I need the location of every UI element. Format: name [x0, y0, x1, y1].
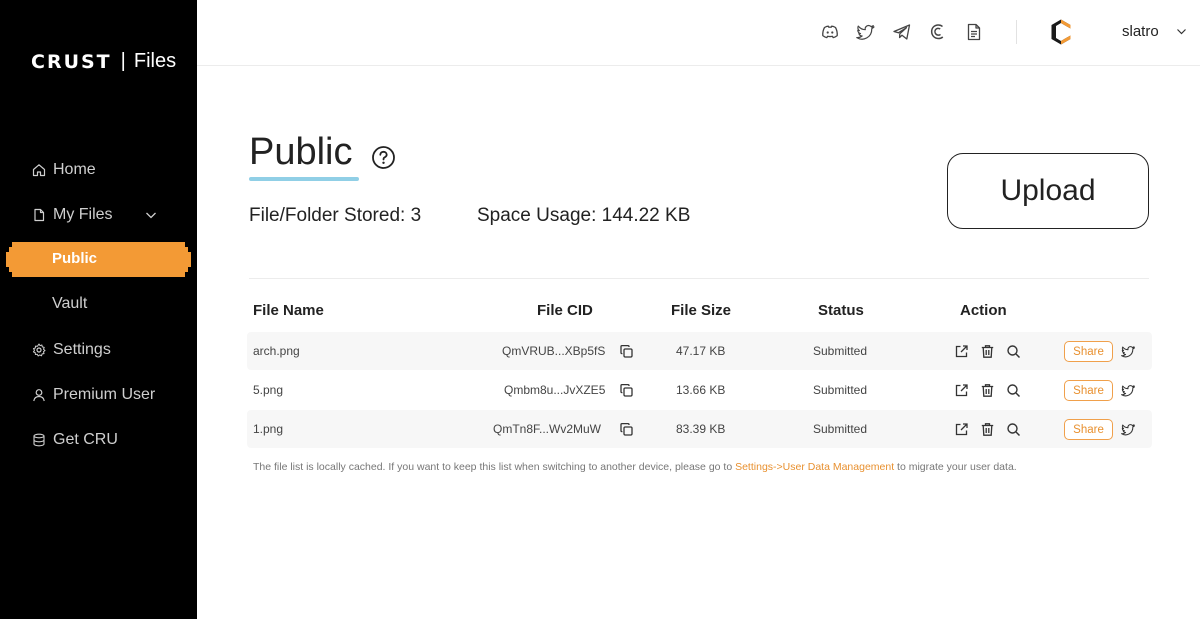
home-icon — [32, 163, 46, 177]
search-icon[interactable] — [1006, 422, 1021, 437]
file-name: arch.png — [253, 344, 300, 358]
title-underline — [249, 177, 359, 181]
open-external-icon[interactable] — [954, 344, 969, 359]
brand-logo[interactable]: CRUST | Files — [31, 50, 176, 73]
file-size: 13.66 KB — [676, 383, 726, 397]
twitter-icon[interactable] — [856, 22, 876, 42]
cache-note-text-end: to migrate your user data. — [894, 461, 1017, 473]
share-button[interactable]: Share — [1064, 341, 1113, 362]
open-external-icon[interactable] — [954, 383, 969, 398]
brand-separator: | — [120, 50, 126, 72]
delete-icon[interactable] — [980, 383, 995, 398]
chevron-down-icon[interactable] — [1176, 26, 1187, 37]
column-header-file-size: File Size — [671, 302, 732, 319]
column-header-file-cid: File CID — [537, 302, 593, 319]
sidebar: CRUST | Files Home My Files Public Vault… — [0, 0, 197, 619]
search-icon[interactable] — [1006, 344, 1021, 359]
file-status: Submitted — [813, 383, 868, 397]
sidebar-item-label: My Files — [53, 206, 113, 223]
twitter-share-icon[interactable] — [1121, 383, 1136, 398]
crust-c-icon[interactable] — [928, 22, 948, 42]
cache-note: The file list is locally cached. If you … — [253, 461, 1017, 473]
section-divider — [249, 278, 1149, 279]
space-usage-stat: Space Usage: 144.22 KB — [477, 205, 691, 226]
file-icon — [32, 208, 46, 222]
sidebar-item-vault[interactable]: Vault — [52, 295, 87, 313]
sidebar-item-label: Home — [53, 161, 96, 178]
user-icon — [32, 388, 46, 402]
sidebar-item-my-files[interactable]: My Files — [0, 197, 197, 233]
username[interactable]: slatro — [1122, 23, 1159, 40]
file-cid: QmTn8F...Wv2MuW — [493, 422, 602, 436]
chevron-down-icon — [146, 212, 156, 219]
gear-icon — [32, 343, 46, 357]
sidebar-item-get-cru[interactable]: Get CRU — [0, 422, 197, 458]
active-nav-highlight — [6, 242, 191, 277]
delete-icon[interactable] — [980, 422, 995, 437]
share-button[interactable]: Share — [1064, 380, 1113, 401]
share-button[interactable]: Share — [1064, 419, 1113, 440]
file-status: Submitted — [813, 344, 868, 358]
sidebar-item-premium-user[interactable]: Premium User — [0, 377, 197, 413]
cache-note-text: The file list is locally cached. If you … — [253, 461, 736, 473]
database-icon — [32, 433, 46, 447]
page-title: Public — [249, 131, 353, 173]
avatar[interactable] — [1050, 18, 1072, 46]
file-status: Submitted — [813, 422, 868, 436]
upload-button[interactable]: Upload — [947, 153, 1149, 229]
sidebar-item-settings[interactable]: Settings — [0, 332, 197, 368]
copy-icon[interactable] — [619, 383, 634, 398]
open-external-icon[interactable] — [954, 422, 969, 437]
file-cid: QmVRUB...XBp5fS — [502, 344, 606, 358]
file-size: 83.39 KB — [676, 422, 726, 436]
user-data-management-link[interactable]: Settings->User Data Management — [735, 461, 894, 473]
brand-product: Files — [133, 50, 177, 72]
brand-name: CRUST — [31, 50, 112, 73]
file-size: 47.17 KB — [676, 344, 726, 358]
file-cid: Qmbm8u...JvXZE5 — [504, 383, 606, 397]
table-row: 1.png QmTn8F...Wv2MuW 83.39 KB Submitted… — [247, 410, 1152, 448]
files-stored-stat: File/Folder Stored: 3 — [249, 205, 422, 226]
telegram-icon[interactable] — [892, 22, 912, 42]
column-header-action: Action — [960, 302, 1007, 319]
top-header: slatro — [197, 0, 1200, 66]
sidebar-item-label: Premium User — [53, 386, 156, 403]
delete-icon[interactable] — [980, 344, 995, 359]
discord-icon[interactable] — [820, 22, 840, 42]
help-icon[interactable] — [371, 145, 396, 170]
sidebar-item-home[interactable]: Home — [0, 152, 197, 188]
file-name: 1.png — [253, 422, 284, 436]
docs-icon[interactable] — [964, 22, 984, 42]
table-row: 5.png Qmbm8u...JvXZE5 13.66 KB Submitted… — [247, 371, 1152, 409]
column-header-file-name: File Name — [253, 302, 324, 319]
header-divider — [1016, 20, 1017, 44]
search-icon[interactable] — [1006, 383, 1021, 398]
sidebar-item-label: Get CRU — [53, 431, 118, 448]
sidebar-item-label: Settings — [53, 341, 111, 358]
copy-icon[interactable] — [619, 422, 634, 437]
sidebar-item-public[interactable]: Public — [52, 250, 97, 267]
file-name: 5.png — [253, 383, 284, 397]
column-header-status: Status — [818, 302, 864, 319]
twitter-share-icon[interactable] — [1121, 344, 1136, 359]
twitter-share-icon[interactable] — [1121, 422, 1136, 437]
table-row: arch.png QmVRUB...XBp5fS 47.17 KB Submit… — [247, 332, 1152, 370]
copy-icon[interactable] — [619, 344, 634, 359]
